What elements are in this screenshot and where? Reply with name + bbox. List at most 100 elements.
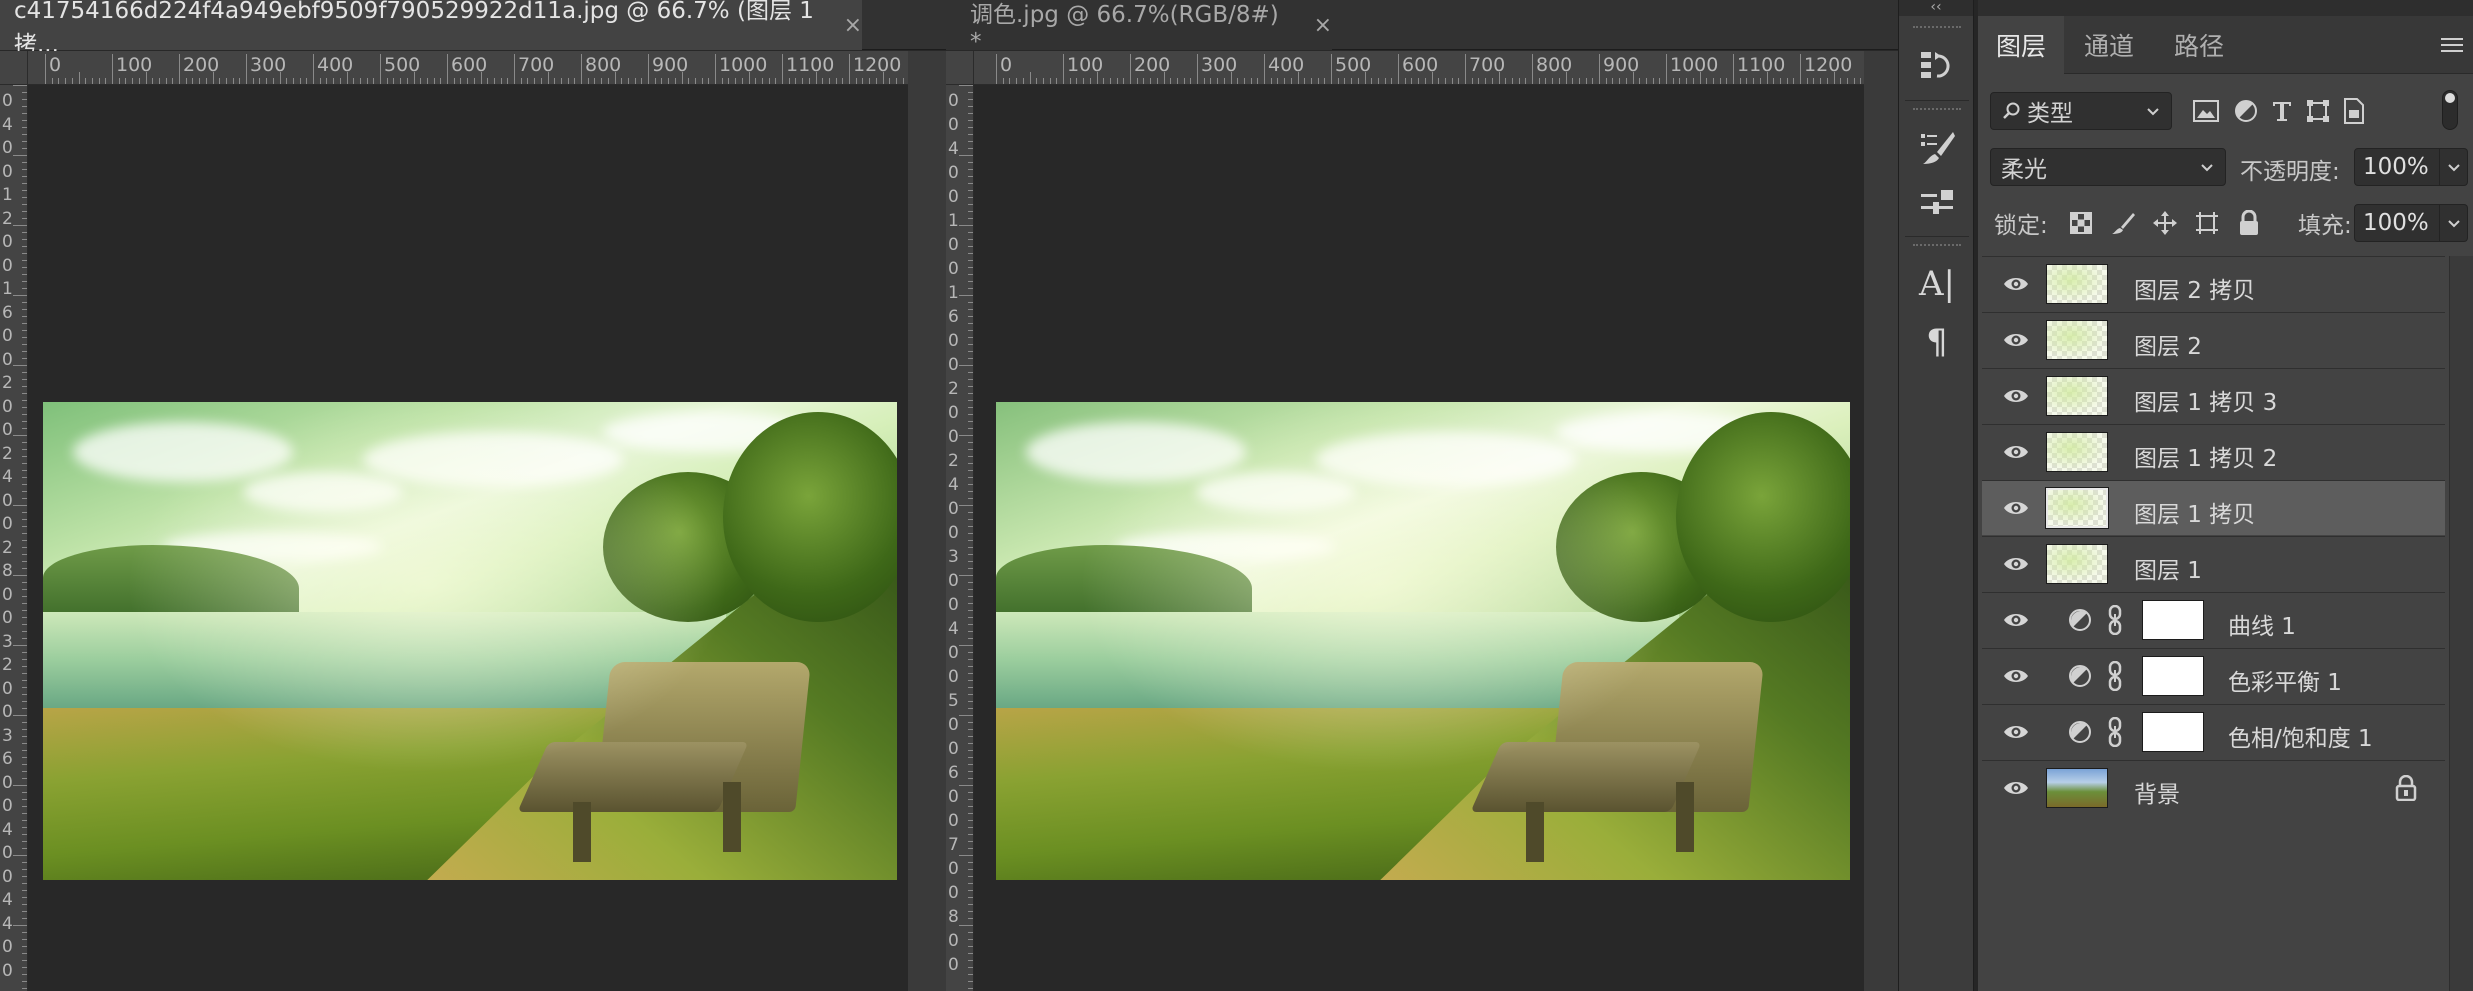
ruler-minor-tick — [22, 729, 27, 730]
shape-filter-icon[interactable] — [2302, 95, 2334, 127]
ruler-minor-tick — [968, 806, 973, 807]
lock-icon[interactable] — [2395, 774, 2419, 802]
ruler-minor-tick — [1243, 78, 1245, 84]
ruler-minor-tick — [22, 869, 27, 870]
layer-row[interactable]: 图层 2 — [1982, 312, 2445, 367]
layer-filter-dropdown[interactable]: 类型 — [1990, 92, 2172, 130]
ruler-label: 0 — [2, 678, 13, 699]
brush-preset-icon[interactable] — [1907, 122, 1967, 174]
ruler-minor-tick — [22, 344, 27, 345]
eye-icon[interactable] — [2002, 665, 2030, 687]
canvas-area-left[interactable] — [28, 85, 908, 991]
opacity-label: 不透明度: — [2240, 159, 2340, 185]
tab-layers[interactable]: 图层 — [1978, 16, 2064, 74]
link-chain-icon[interactable] — [2107, 716, 2123, 748]
ruler-label: 1 — [2, 279, 13, 299]
brush-settings-icon[interactable] — [1907, 178, 1967, 230]
ruler-minor-tick — [467, 78, 469, 84]
eye-icon[interactable] — [2002, 777, 2030, 799]
eye-icon[interactable] — [2002, 441, 2030, 463]
opacity-input[interactable]: 100% — [2354, 148, 2440, 186]
layer-list-scrollbar[interactable] — [2449, 256, 2473, 991]
layer-row[interactable]: 背景 — [1982, 760, 2445, 815]
lock-artboard-icon[interactable] — [2192, 208, 2222, 238]
tab-paths[interactable]: 路径 — [2154, 16, 2244, 74]
ruler-minor-tick — [13, 645, 27, 646]
tab-channels[interactable]: 通道 — [2064, 16, 2154, 74]
smart-object-filter-icon[interactable] — [2338, 95, 2370, 127]
close-icon[interactable]: × — [844, 13, 862, 38]
close-icon[interactable]: × — [1314, 13, 1332, 38]
eye-icon[interactable] — [2002, 329, 2030, 351]
ruler-label: 0 — [948, 523, 959, 543]
adjustment-filter-icon[interactable] — [2230, 95, 2262, 127]
ruler-label: 2 — [2, 373, 13, 393]
layer-row[interactable]: 色彩平衡 1 — [1982, 648, 2445, 703]
tab-right-document[interactable]: 调色.jpg @ 66.7%(RGB/8#) * × — [946, 0, 1332, 55]
ruler-minor-tick — [708, 78, 710, 84]
ruler-minor-tick — [22, 190, 27, 191]
ruler-minor-tick — [13, 365, 27, 366]
ruler-minor-tick — [22, 701, 27, 702]
layer-row[interactable]: 图层 1 拷贝 — [1982, 480, 2445, 535]
ruler-minor-tick — [1317, 78, 1319, 84]
opacity-slider-toggle[interactable] — [2440, 148, 2468, 186]
ruler-minor-tick — [1250, 78, 1252, 84]
grip-handle[interactable] — [1913, 244, 1961, 250]
ruler-label: 1200 — [1804, 54, 1853, 76]
layer-row[interactable]: 图层 1 拷贝 3 — [1982, 368, 2445, 423]
ruler-label: 2 — [2, 537, 13, 558]
ruler-minor-tick — [968, 911, 973, 912]
image-filter-icon[interactable] — [2190, 95, 2222, 127]
eye-icon[interactable] — [2002, 609, 2030, 631]
link-chain-icon[interactable] — [2107, 660, 2123, 692]
ruler-minor-tick — [959, 785, 973, 786]
layer-row[interactable]: 图层 1 拷贝 2 — [1982, 424, 2445, 479]
ruler-minor-tick — [22, 463, 27, 464]
lock-pixels-icon[interactable] — [2108, 208, 2138, 238]
fill-slider-toggle[interactable] — [2440, 204, 2468, 242]
grip-handle[interactable] — [1913, 108, 1961, 114]
eye-icon[interactable] — [2002, 721, 2030, 743]
canvas-area-right[interactable] — [974, 85, 1864, 991]
layer-mask-thumbnail[interactable] — [2142, 656, 2204, 696]
ruler-minor-tick — [968, 883, 973, 884]
layer-row[interactable]: 色相/饱和度 1 — [1982, 704, 2445, 759]
left-canvas-scrollbar[interactable] — [908, 51, 946, 991]
grip-handle[interactable] — [1913, 26, 1961, 32]
ruler-minor-tick — [22, 687, 27, 688]
layer-row[interactable]: 曲线 1 — [1982, 592, 2445, 647]
ruler-minor-tick — [1089, 78, 1091, 84]
fill-input[interactable]: 100% — [2354, 204, 2440, 242]
ruler-minor-tick — [1726, 78, 1728, 84]
right-canvas-scrollbar[interactable] — [1864, 51, 1898, 991]
collapse-panels-icon[interactable]: ‹‹ — [1899, 0, 1973, 16]
blend-mode-dropdown[interactable]: 柔光 — [1990, 148, 2226, 186]
ruler-minor-tick — [487, 78, 489, 84]
ruler-minor-tick — [968, 967, 973, 968]
panel-menu-icon[interactable] — [2441, 16, 2463, 74]
lock-position-icon[interactable] — [2150, 208, 2180, 238]
layer-mask-thumbnail[interactable] — [2142, 712, 2204, 752]
type-filter-icon[interactable] — [2266, 95, 2298, 127]
eye-icon[interactable] — [2002, 553, 2030, 575]
lock-all-icon[interactable] — [2234, 208, 2264, 238]
link-chain-icon[interactable] — [2107, 604, 2123, 636]
ruler-minor-tick — [1270, 78, 1272, 84]
tab-left-document[interactable]: c41754166d224f4a949ebf9509f790529922d11a… — [0, 0, 862, 58]
layer-row[interactable]: 图层 1 — [1982, 536, 2445, 591]
ruler-label: 2 — [948, 451, 959, 471]
lock-transparency-icon[interactable] — [2066, 208, 2096, 238]
filter-toggle[interactable] — [2442, 90, 2458, 130]
history-icon[interactable] — [1907, 40, 1967, 92]
ruler-minor-tick — [98, 78, 100, 84]
eye-icon[interactable] — [2002, 273, 2030, 295]
ruler-minor-tick — [22, 617, 27, 618]
layer-row[interactable]: 图层 2 拷贝 — [1982, 256, 2445, 311]
character-icon[interactable]: A| — [1907, 258, 1967, 310]
paragraph-icon[interactable]: ¶ — [1907, 316, 1967, 368]
eye-icon[interactable] — [2002, 385, 2030, 407]
layer-name: 背景 — [2134, 782, 2180, 808]
layer-mask-thumbnail[interactable] — [2142, 600, 2204, 640]
eye-icon[interactable] — [2002, 497, 2030, 519]
